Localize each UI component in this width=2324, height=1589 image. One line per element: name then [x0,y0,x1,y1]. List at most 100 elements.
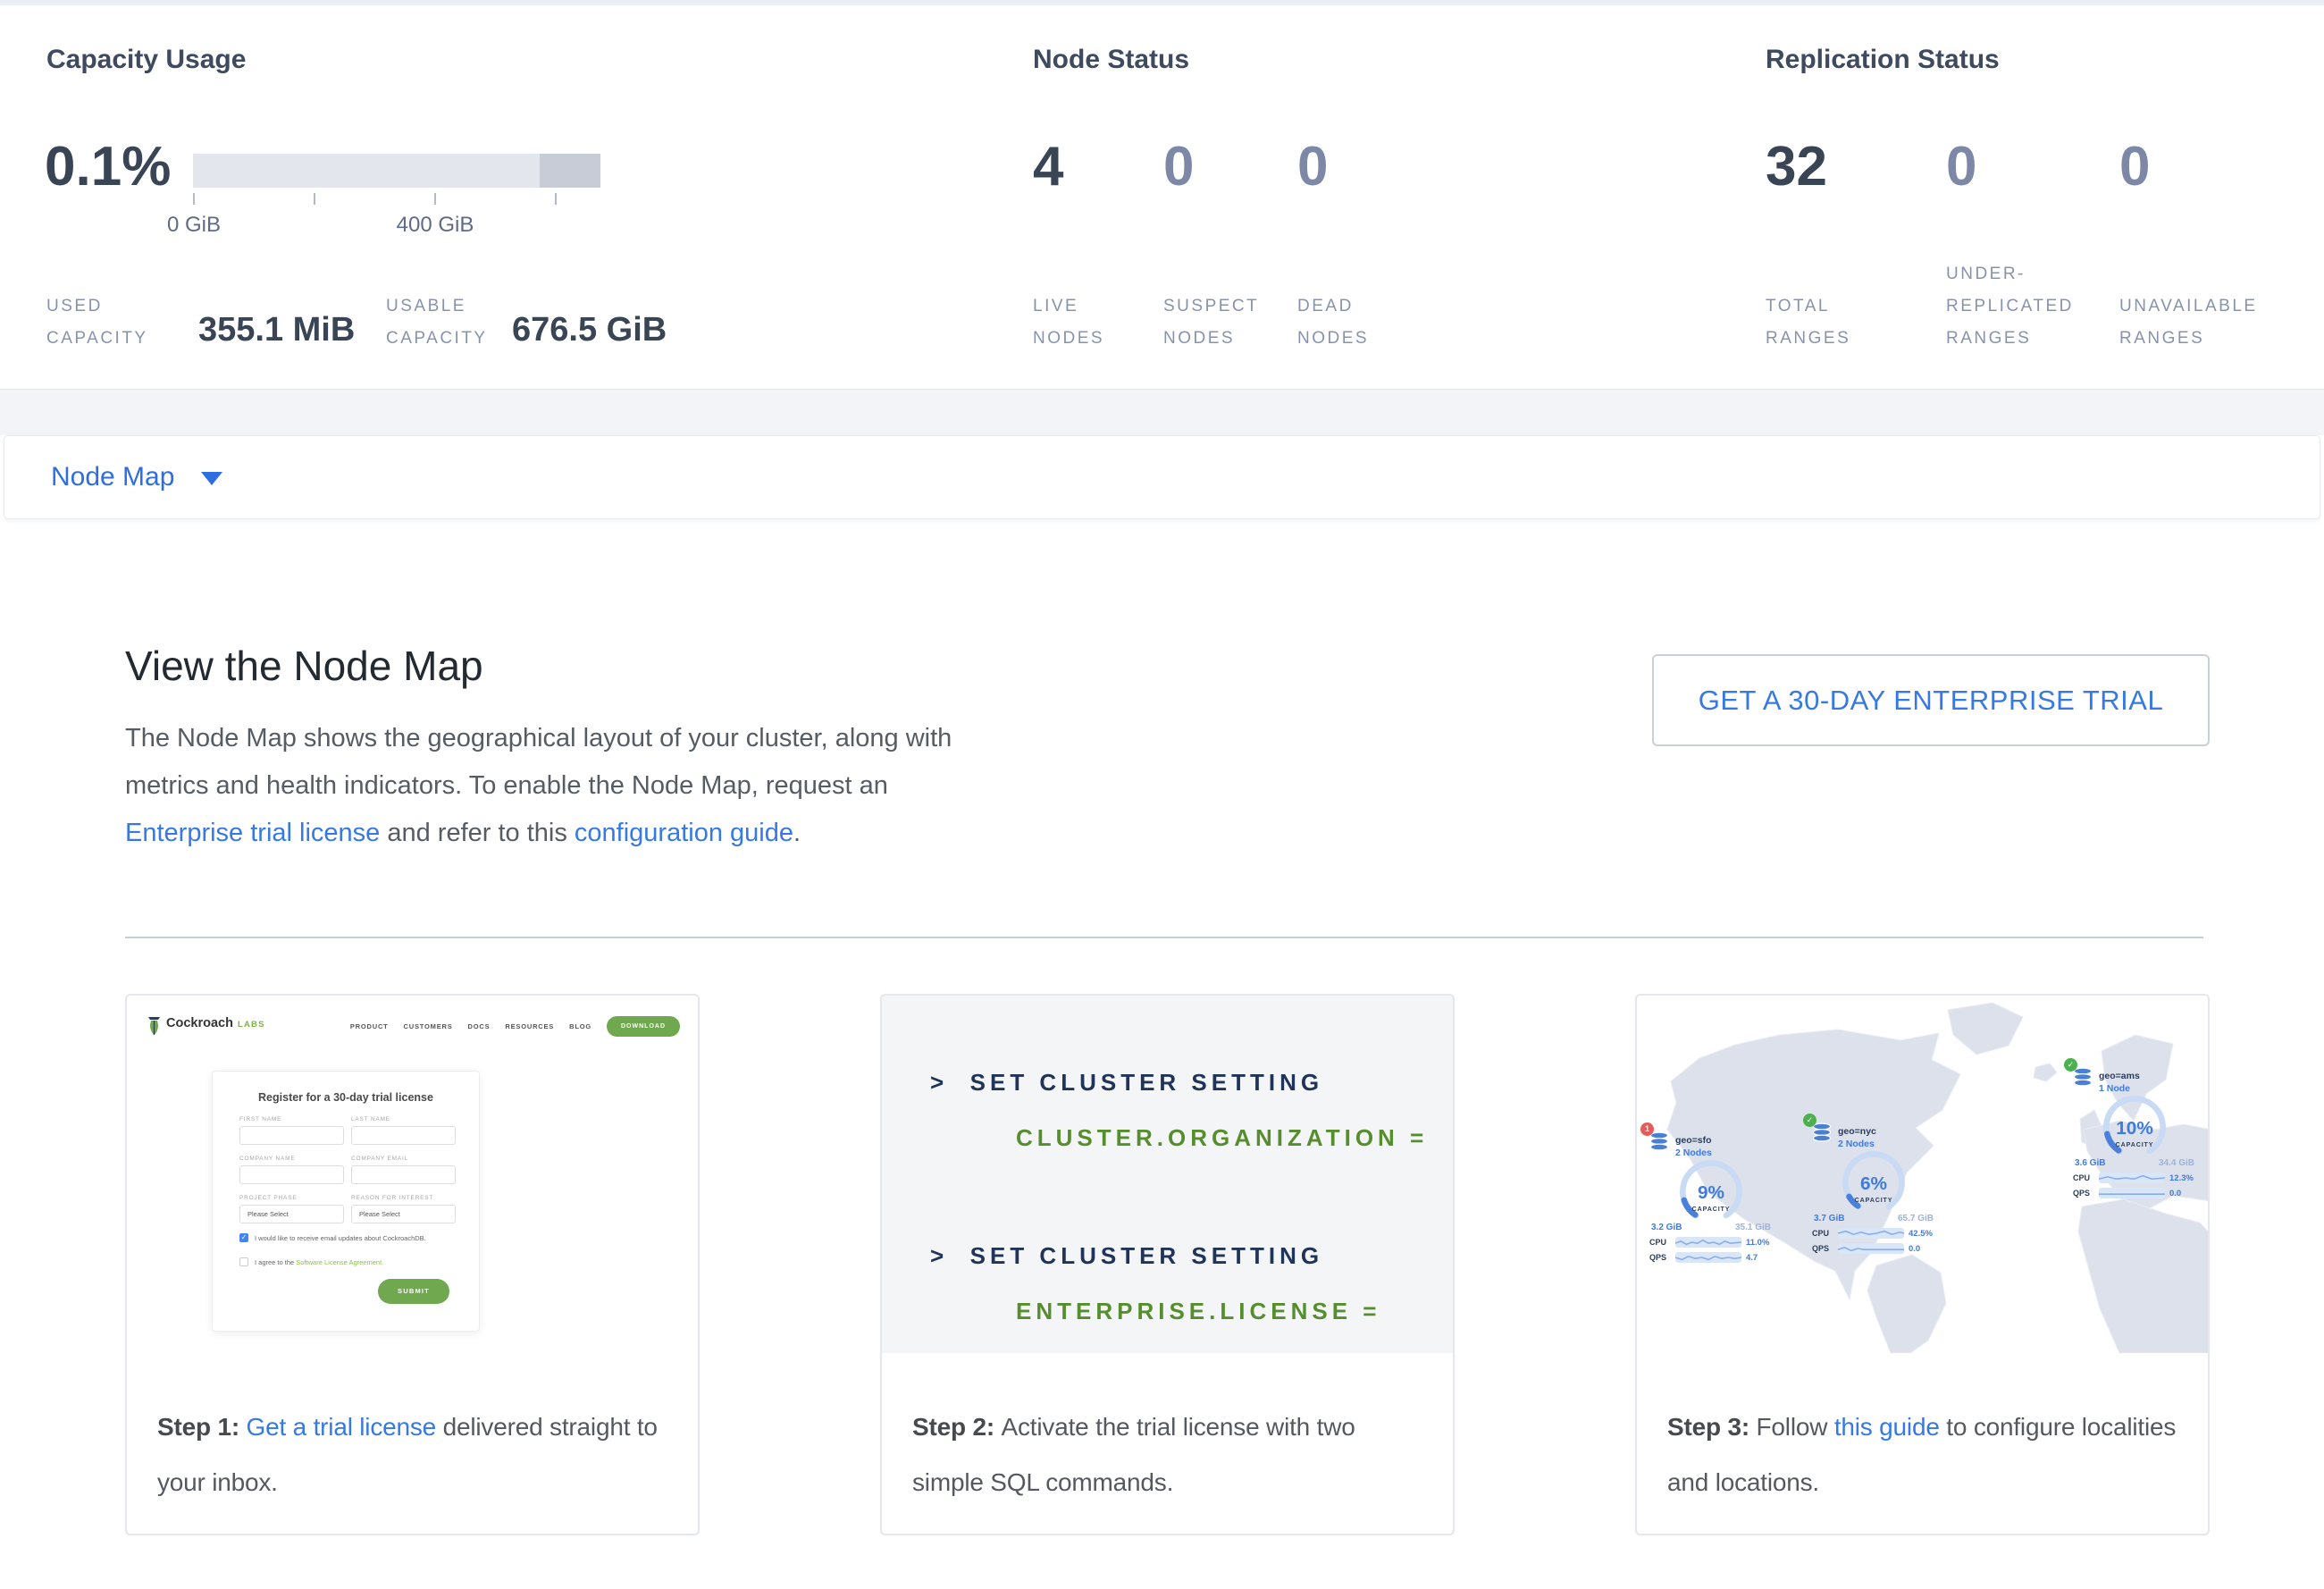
page-title: View the Node Map [125,642,483,690]
enterprise-trial-button[interactable]: GET A 30-DAY ENTERPRISE TRIAL [1652,654,2210,746]
step3-caption: Step 3: Follow this guide to configure l… [1637,1353,2208,1510]
description-text: and refer to this [380,819,575,847]
locality-name: geo=ams [2099,1070,2140,1082]
total-ranges-label: TOTAL RANGES [1766,290,1873,355]
sql-arg-1: CLUSTER.ORGANIZATION = [1016,1124,1428,1152]
step1-caption: Step 1: Get a trial license delivered st… [127,1353,698,1510]
form-title: Register for a 30-day trial license [213,1091,479,1104]
download-pill: DOWNLOAD [607,1016,680,1037]
logo-text: Cockroach [166,1016,233,1030]
warning-badge: 1 [1640,1122,1654,1136]
email-updates-text: I would like to receive email updates ab… [255,1234,426,1242]
sql-command-2: > SET CLUSTER SETTING [930,1242,1323,1270]
nav-item-customers: CUSTOMERS [404,1022,453,1030]
cpu-value: 12.3% [2169,1173,2194,1183]
capacity-axis: 0 GiB 400 GiB [193,193,600,238]
logo-labs-text: LABS [238,1020,265,1030]
get-trial-license-link[interactable]: Get a trial license [247,1413,437,1441]
section-separator-band [0,390,2324,435]
agreement-pre-text: I agree to the [255,1258,296,1266]
used-capacity-value: 355.1 MiB [198,311,355,349]
qps-label: QPS [1812,1244,1833,1253]
capacity-caption: CAPACITY [1855,1197,1893,1204]
healthy-badge: ✓ [1803,1114,1816,1127]
sql-prompt: > [930,1242,948,1269]
locality-name: geo=sfo [1675,1134,1712,1147]
capacity-gauge: 9% CAPACITY [1668,1159,1754,1222]
configuration-guide-link[interactable]: configuration guide [575,819,793,847]
cockroach-bug-icon [147,1016,162,1036]
enterprise-trial-license-link[interactable]: Enterprise trial license [125,819,380,847]
sql-arg-2: ENTERPRISE.LICENSE = [1016,1298,1380,1325]
dead-nodes-label: DEAD NODES [1297,290,1405,355]
suspect-nodes-label: SUSPECT NODES [1163,290,1271,355]
usable-capacity-value: 676.5 GiB [512,311,667,349]
step1-card: Cockroach LABS PRODUCT CUSTOMERS DOCS RE… [125,994,700,1535]
cpu-value: 42.5% [1909,1229,1933,1239]
unavailable-ranges-value: 0 [2119,139,2150,195]
company-email-label: COMPANY EMAIL [351,1156,408,1162]
qps-sparkline [1838,1243,1904,1254]
sql-keyword: SET CLUSTER SETTING [970,1242,1323,1269]
usable-capacity-label: USABLE CAPACITY [386,290,507,355]
qps-label: QPS [1649,1253,1671,1262]
project-phase-label: PROJECT PHASE [239,1195,297,1201]
cockroach-labs-logo: Cockroach LABS [147,1016,265,1036]
this-guide-link[interactable]: this guide [1834,1413,1940,1441]
nav-item-blog: BLOG [569,1022,591,1030]
capacity-bar-segment [540,154,600,188]
qps-value: 0.0 [2169,1189,2181,1198]
agreement-text: I agree to the Software License Agreemen… [255,1258,383,1266]
total-capacity: 65.7 GiB [1898,1214,1934,1223]
step1-label: Step 1: [157,1413,247,1441]
description-text: The Node Map shows the geographical layo… [125,724,952,800]
qps-value: 0.0 [1909,1244,1920,1254]
node-map-dropdown[interactable]: Node Map [51,436,222,518]
under-replicated-ranges-value: 0 [1946,139,1976,195]
live-nodes-label: LIVE NODES [1033,290,1140,355]
license-agreement-checkbox-row: I agree to the Software License Agreemen… [239,1257,383,1266]
qps-value: 4.7 [1746,1253,1758,1263]
cluster-summary-panel: Capacity Usage 0.1% 0 GiB 400 GiB USED C… [0,5,2324,390]
software-license-link: Software License Agreement. [296,1258,383,1266]
node-map-description: The Node Map shows the geographical layo… [125,715,1005,857]
map-location-nyc: ✓ geo=nyc 2 Nodes 6% CAPACITY [1807,1122,1941,1254]
capacity-caption: CAPACITY [2116,1141,2154,1148]
qps-sparkline [1675,1252,1741,1263]
cpu-label: CPU [1812,1229,1833,1238]
section-divider [125,937,2203,938]
cpu-label: CPU [2073,1173,2094,1182]
used-capacity-label: USED CAPACITY [46,290,158,355]
cpu-sparkline [1675,1237,1741,1248]
last-name-field [351,1126,456,1145]
view-selector-bar: Node Map [4,435,2320,519]
node-map-dropdown-label: Node Map [51,462,174,492]
cpu-label: CPU [1649,1238,1671,1247]
map-location-sfo: 1 geo=sfo 2 Nodes 9% CAPACITY [1644,1131,1778,1263]
cpu-sparkline [1838,1228,1904,1239]
email-updates-checkbox-row: ✓ I would like to receive email updates … [239,1233,426,1242]
cpu-sparkline [2099,1173,2165,1183]
company-name-label: COMPANY NAME [239,1156,295,1162]
step3-label: Step 3: [1667,1413,1757,1441]
chevron-down-icon [201,472,222,485]
company-email-field [351,1165,456,1184]
total-capacity: 35.1 GiB [1735,1223,1771,1232]
axis-tick [193,193,195,205]
sql-command-1: > SET CLUSTER SETTING [930,1069,1323,1097]
used-capacity: 3.7 GiB [1814,1214,1844,1223]
replication-status-title: Replication Status [1766,45,2000,75]
first-name-field [239,1126,344,1145]
axis-tick-label: 400 GiB [397,213,474,238]
used-capacity: 3.6 GiB [2075,1158,2105,1168]
sql-prompt: > [930,1069,948,1096]
step3-map-preview: 1 geo=sfo 2 Nodes 9% CAPACITY [1637,996,2208,1353]
live-nodes-value: 4 [1033,139,1063,195]
node-count: 2 Nodes [1838,1138,1876,1150]
checkbox-empty-icon [239,1257,248,1266]
submit-pill: SUBMIT [378,1279,449,1304]
description-text: . [793,819,801,847]
step2-label: Step 2: [912,1413,1002,1441]
axis-tick [434,193,436,205]
step2-caption: Step 2: Activate the trial license with … [882,1353,1453,1510]
